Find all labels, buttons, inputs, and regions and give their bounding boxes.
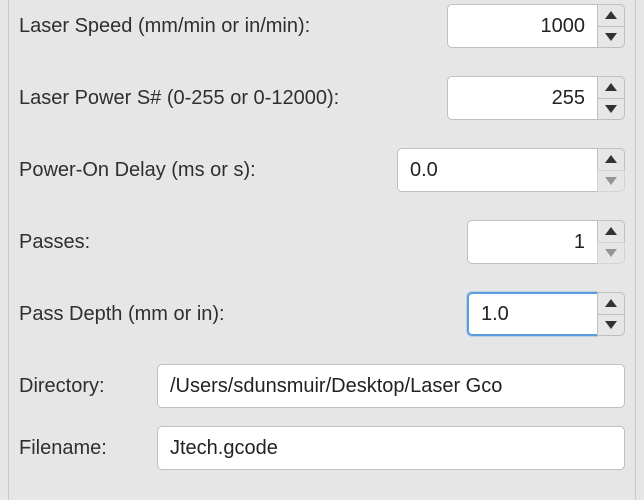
passes-spinner[interactable]: [467, 220, 625, 264]
chevron-down-icon: [605, 249, 617, 257]
passes-input[interactable]: [467, 220, 597, 264]
row-passes: Passes:: [19, 220, 625, 264]
passes-step-up[interactable]: [597, 220, 625, 242]
pass-depth-spinner[interactable]: [467, 292, 625, 336]
power-on-delay-spinner[interactable]: [397, 148, 625, 192]
row-power-on-delay: Power-On Delay (ms or s):: [19, 148, 625, 192]
chevron-down-icon: [605, 321, 617, 329]
chevron-up-icon: [605, 299, 617, 307]
laser-speed-step-down[interactable]: [597, 26, 625, 49]
filename-input[interactable]: [157, 426, 625, 470]
laser-speed-spinner[interactable]: [447, 4, 625, 48]
directory-input[interactable]: [157, 364, 625, 408]
laser-power-step-down[interactable]: [597, 98, 625, 121]
chevron-up-icon: [605, 11, 617, 19]
power-on-delay-input[interactable]: [397, 148, 597, 192]
filename-label: Filename:: [19, 437, 149, 460]
pass-depth-input[interactable]: [467, 292, 597, 336]
laser-power-input[interactable]: [447, 76, 597, 120]
power-on-delay-step-up[interactable]: [597, 148, 625, 170]
pass-depth-label: Pass Depth (mm or in):: [19, 303, 225, 326]
laser-power-label: Laser Power S# (0-255 or 0-12000):: [19, 87, 339, 110]
row-pass-depth: Pass Depth (mm or in):: [19, 292, 625, 336]
laser-speed-label: Laser Speed (mm/min or in/min):: [19, 15, 310, 38]
laser-speed-input[interactable]: [447, 4, 597, 48]
laser-power-spinner[interactable]: [447, 76, 625, 120]
passes-step-down: [597, 242, 625, 265]
chevron-up-icon: [605, 227, 617, 235]
laser-power-step-up[interactable]: [597, 76, 625, 98]
settings-panel: Laser Speed (mm/min or in/min): Laser Po…: [8, 0, 636, 500]
chevron-down-icon: [605, 177, 617, 185]
row-laser-speed: Laser Speed (mm/min or in/min):: [19, 0, 625, 48]
row-filename: Filename:: [19, 426, 625, 470]
power-on-delay-label: Power-On Delay (ms or s):: [19, 159, 256, 182]
chevron-up-icon: [605, 83, 617, 91]
passes-label: Passes:: [19, 231, 90, 254]
pass-depth-step-down[interactable]: [597, 314, 625, 337]
chevron-down-icon: [605, 105, 617, 113]
chevron-up-icon: [605, 155, 617, 163]
power-on-delay-step-down: [597, 170, 625, 193]
row-laser-power: Laser Power S# (0-255 or 0-12000):: [19, 76, 625, 120]
directory-label: Directory:: [19, 375, 149, 398]
laser-speed-step-up[interactable]: [597, 4, 625, 26]
row-directory: Directory:: [19, 364, 625, 408]
pass-depth-step-up[interactable]: [597, 292, 625, 314]
chevron-down-icon: [605, 33, 617, 41]
